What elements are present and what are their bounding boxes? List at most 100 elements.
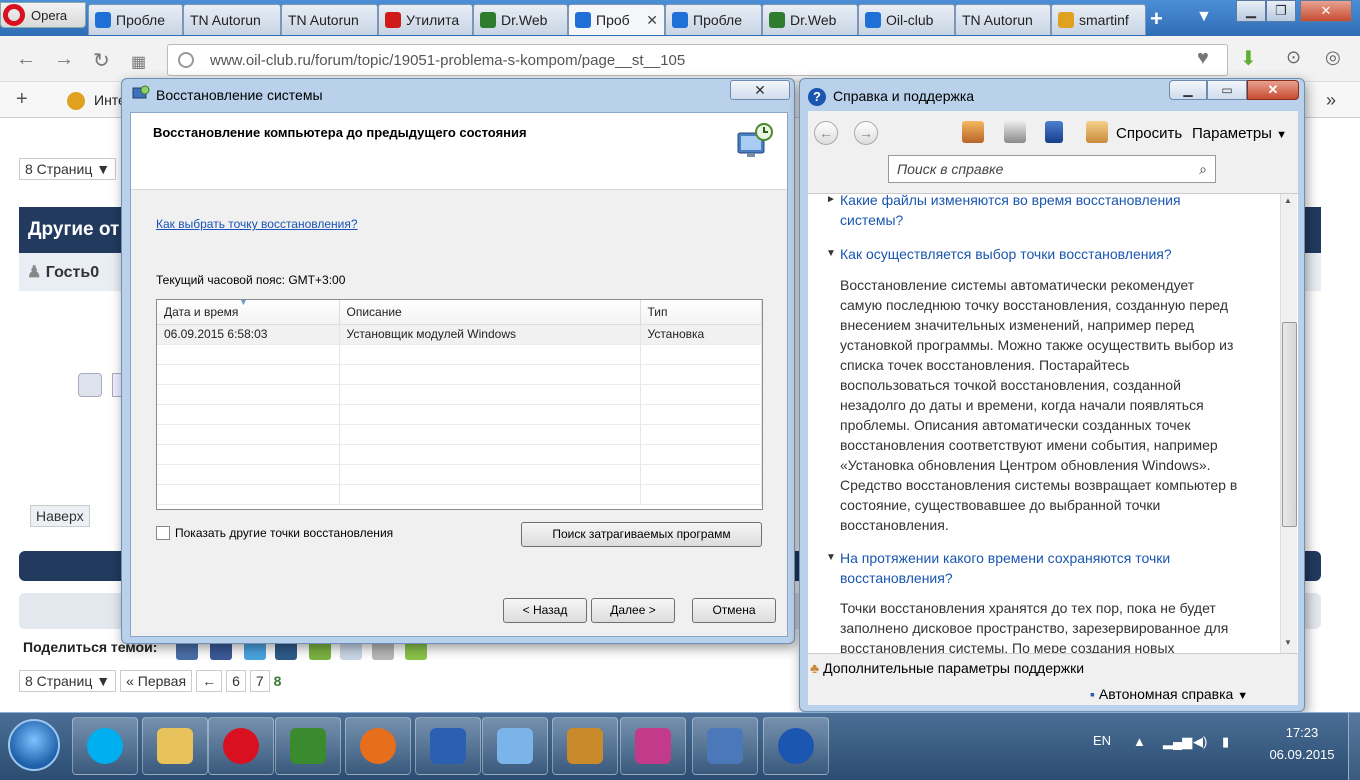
show-desktop-button[interactable]: [1348, 713, 1360, 780]
column-header-description[interactable]: Описание: [339, 300, 641, 325]
checkbox-box[interactable]: [156, 526, 170, 540]
close-button[interactable]: ✕: [730, 80, 790, 100]
vertical-scrollbar[interactable]: ▲ ▼: [1280, 194, 1297, 653]
downloads-icon[interactable]: ⊙: [1286, 47, 1301, 68]
taskbar-app-button[interactable]: [72, 717, 138, 775]
pager-item[interactable]: « Первая: [120, 670, 193, 692]
pager-item[interactable]: ←: [196, 670, 223, 692]
taskbar-app-button[interactable]: [552, 717, 618, 775]
bookmarks-overflow-icon[interactable]: »: [1326, 90, 1336, 111]
browser-minimize-button[interactable]: ▁: [1236, 0, 1266, 22]
table-row: [157, 384, 762, 405]
pager-item[interactable]: 6: [226, 670, 246, 692]
taskbar-app-button[interactable]: [142, 717, 208, 775]
back-arrow-icon[interactable]: ←: [814, 121, 838, 145]
browser-tab[interactable]: Утилита: [378, 4, 473, 35]
column-header-type[interactable]: Тип: [640, 300, 762, 325]
tab-close-icon[interactable]: ✕: [646, 12, 658, 29]
language-indicator[interactable]: EN: [1093, 733, 1111, 748]
back-arrow-icon[interactable]: ←: [16, 48, 36, 71]
battery-icon[interactable]: ▮: [1222, 734, 1229, 750]
scrollbar-thumb[interactable]: [1282, 322, 1297, 527]
pages-dropdown[interactable]: 8 Страниц ▼: [19, 158, 117, 180]
taskbar-app-button[interactable]: [763, 717, 829, 775]
tab-label: TN Autorun: [962, 12, 1033, 28]
clock-date[interactable]: 06.09.2015: [1262, 747, 1342, 762]
browser-tab[interactable]: Пробле: [88, 4, 183, 35]
user-card-icon[interactable]: [78, 373, 102, 397]
table-cell: [339, 344, 641, 365]
volume-icon[interactable]: ◀): [1193, 734, 1207, 750]
paint-icon: [497, 728, 533, 764]
search-icon[interactable]: ⌕: [1199, 161, 1207, 177]
browser-tab[interactable]: Проб ✕: [568, 4, 665, 35]
browser-tab[interactable]: Dr.Web: [473, 4, 568, 35]
help-support-window: ? Справка и поддержка ▁ ▭ ✕ ← → Спросить…: [799, 78, 1305, 712]
scan-affected-programs-button[interactable]: Поиск затрагиваемых программ: [521, 522, 762, 547]
pager-item[interactable]: 8: [274, 673, 282, 689]
taskbar-app-button[interactable]: [275, 717, 341, 775]
browser-tab[interactable]: TN Autorun: [955, 4, 1051, 35]
ask-button[interactable]: Спросить: [1116, 125, 1182, 142]
browser-tab[interactable]: Oil-club: [858, 4, 955, 35]
print-icon[interactable]: [1004, 121, 1026, 143]
browser-tab[interactable]: TN Autorun: [183, 4, 281, 35]
clock-time[interactable]: 17:23: [1272, 725, 1332, 740]
show-more-points-checkbox[interactable]: Показать другие точки восстановления: [156, 526, 393, 540]
close-button[interactable]: ✕: [1247, 80, 1299, 100]
question-link[interactable]: ▼ На протяжении какого времени сохраняютс…: [826, 548, 1206, 588]
scroll-down-icon[interactable]: ▼: [1284, 638, 1292, 647]
back-button[interactable]: < Назад: [503, 598, 587, 623]
new-tab-button[interactable]: +: [1150, 6, 1163, 32]
maximize-button[interactable]: ▭: [1207, 80, 1247, 100]
taskbar-app-button[interactable]: [208, 717, 274, 775]
cancel-button[interactable]: Отмена: [692, 598, 776, 623]
pager-item[interactable]: 7: [249, 670, 270, 692]
opera-menu-button[interactable]: Opera: [0, 2, 86, 28]
tab-menu-icon[interactable]: ▼: [1196, 8, 1212, 26]
question-link[interactable]: ► Какие файлы изменяются во время восстан…: [826, 194, 1206, 230]
download-arrow-icon[interactable]: ⬇: [1240, 46, 1257, 71]
taskbar-app-button[interactable]: [620, 717, 686, 775]
forward-arrow-icon[interactable]: →: [854, 121, 878, 145]
forward-arrow-icon[interactable]: →: [54, 48, 74, 71]
restore-monitor-icon: [735, 121, 775, 161]
question-link[interactable]: ▼ Как осуществляется выбор точки восстано…: [826, 244, 1206, 264]
column-header-date[interactable]: Дата и время ▼: [157, 300, 340, 325]
browser-maximize-button[interactable]: ❐: [1266, 0, 1296, 22]
table-row[interactable]: 06.09.2015 6:58:03 Установщик модулей Win…: [157, 324, 762, 345]
taskbar-app-button[interactable]: [415, 717, 481, 775]
reload-icon[interactable]: ↻: [93, 48, 110, 73]
next-button[interactable]: Далее >: [591, 598, 675, 623]
tab-favicon-icon: [865, 12, 881, 28]
offline-help-menu[interactable]: ▪ Автономная справка ▼: [1090, 686, 1248, 702]
browser-tab[interactable]: Dr.Web: [762, 4, 858, 35]
speed-dial-icon[interactable]: ▦: [131, 52, 146, 72]
browser-close-button[interactable]: ✕: [1300, 0, 1352, 22]
minimize-button[interactable]: ▁: [1169, 80, 1207, 100]
pager-item[interactable]: 8 Страниц ▼: [19, 670, 117, 692]
options-menu[interactable]: Параметры ▼: [1192, 125, 1287, 142]
browser-tab[interactable]: smartinf: [1051, 4, 1146, 35]
network-signal-icon[interactable]: ▂▄▆: [1163, 734, 1192, 750]
top-button[interactable]: Наверх: [30, 505, 90, 527]
taskbar-app-button[interactable]: [482, 717, 548, 775]
url-input[interactable]: www.oil-club.ru/forum/topic/19051-proble…: [167, 44, 1228, 76]
opera-icon[interactable]: ◎: [1325, 47, 1341, 68]
how-to-choose-link[interactable]: Как выбрать точку восстановления?: [156, 217, 358, 231]
opera-icon: [223, 728, 259, 764]
browser-tab[interactable]: TN Autorun: [281, 4, 378, 35]
more-support-options-link[interactable]: ♣ Дополнительные параметры поддержки: [810, 660, 1084, 676]
scroll-up-icon[interactable]: ▲: [1284, 196, 1292, 205]
help-search-input[interactable]: Поиск в справке ⌕: [888, 155, 1216, 183]
add-bookmark-icon[interactable]: +: [16, 88, 28, 111]
home-icon[interactable]: [962, 121, 984, 143]
heart-icon[interactable]: ♥: [1197, 47, 1209, 70]
ask-people-icon[interactable]: [1086, 121, 1108, 143]
browser-tab[interactable]: Пробле: [665, 4, 762, 35]
start-button[interactable]: [8, 719, 60, 771]
taskbar-app-button[interactable]: [692, 717, 758, 775]
tray-expand-icon[interactable]: ▲: [1133, 734, 1146, 749]
taskbar-app-button[interactable]: [345, 717, 411, 775]
browse-help-icon[interactable]: [1045, 121, 1063, 143]
